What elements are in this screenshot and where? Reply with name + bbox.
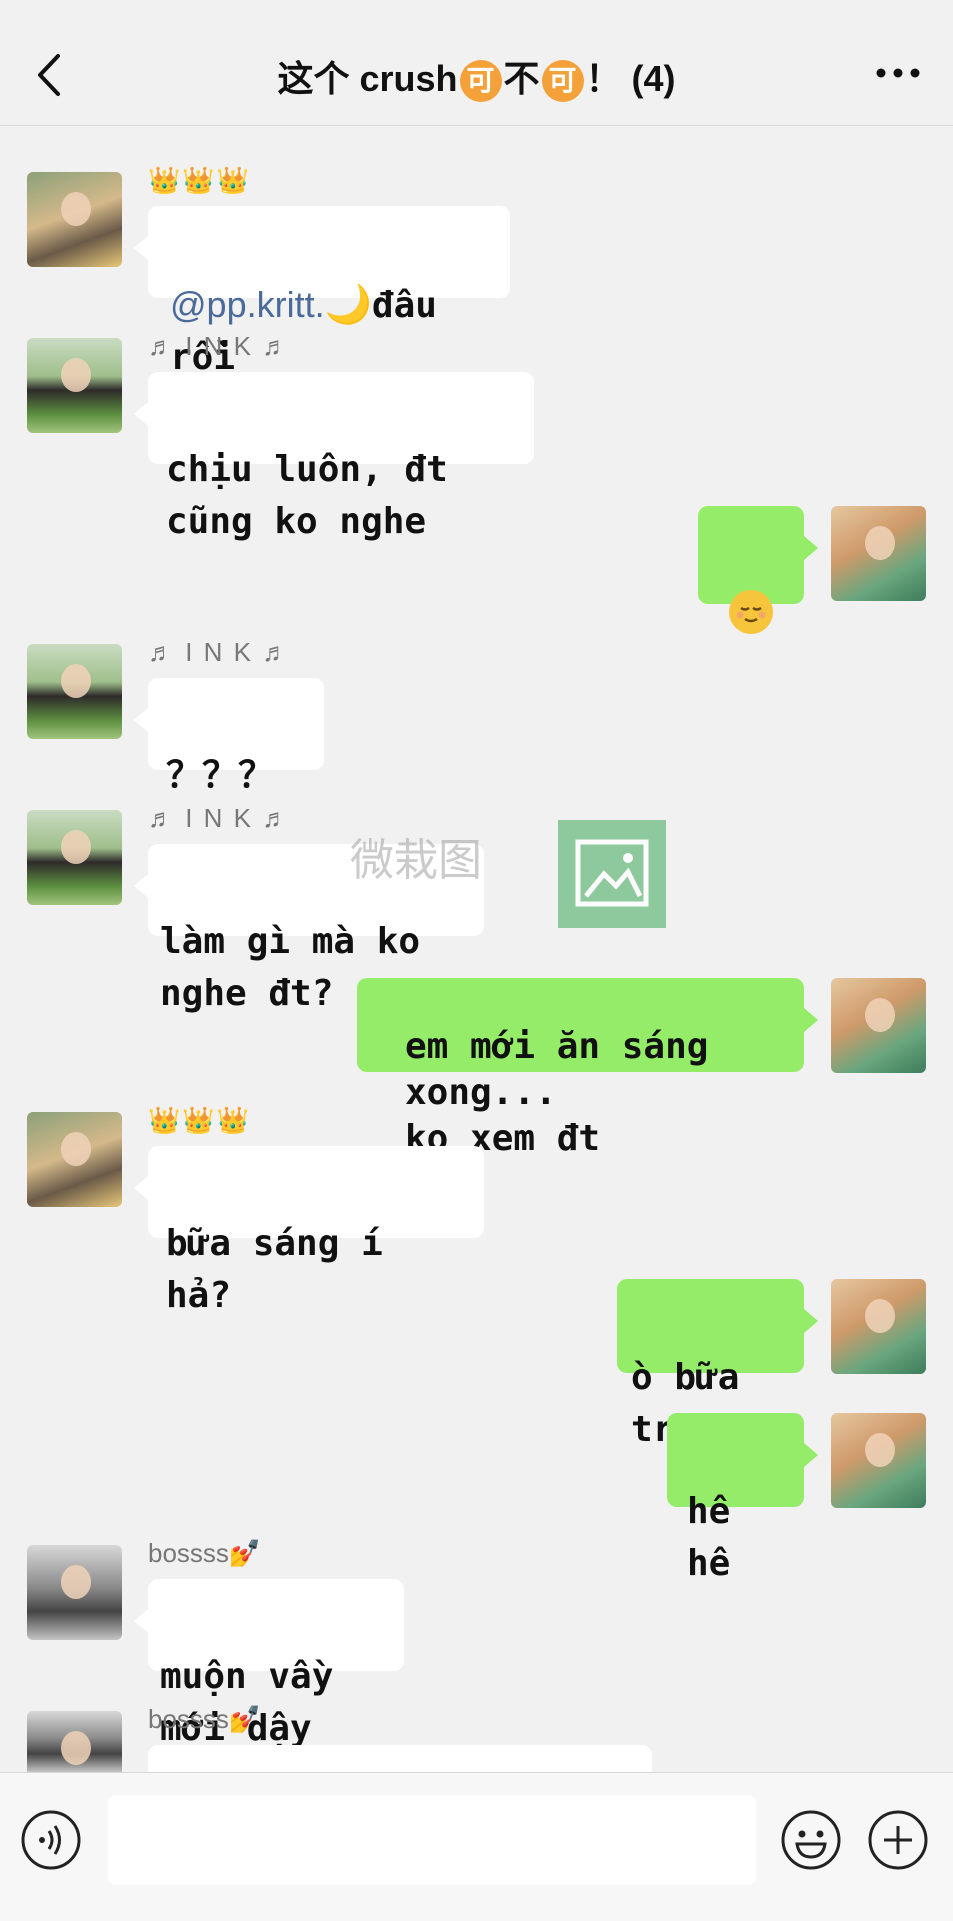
sender-name: bossss💅 [148,1704,262,1734]
more-actions-plus-icon[interactable] [867,1809,929,1871]
message-bubble[interactable]: ？？？ [134,678,324,796]
avatar-bossss[interactable] [27,1545,122,1640]
voice-input-icon[interactable] [20,1809,82,1871]
message-text: ？？？ [166,755,275,796]
avatar-bossss[interactable] [27,1711,122,1772]
chat-title-suffix: ！ (4) [585,58,676,99]
title-emoji-ke-2: 可 [541,60,584,103]
avatar-ink[interactable] [27,644,122,739]
message-text: chịu luôn, đt cũng ko nghe [166,449,448,542]
chat-header: 这个 crush 可不可！ (4) [0,0,953,126]
avatar-me[interactable] [831,978,926,1073]
message-text: muộn vầy mới dậy [160,1656,334,1749]
sender-name: 👑👑👑 [148,165,252,195]
avatar-ink[interactable] [27,810,122,905]
message-bubble[interactable]: chịu luôn, đt cũng ko nghe [134,372,534,542]
message-text: em mới ăn sáng xong... ko xem đt [405,1026,709,1159]
message-bubble[interactable]: ò bữa trưa [617,1279,818,1450]
sender-name: ♬ I N K ♬ [148,331,291,361]
chat-title-middle: 不 [503,58,540,99]
message-bubble[interactable]: @pp.kritt.🌙đâu rồi [134,206,510,378]
sender-name: ♬ I N K ♬ [148,803,291,833]
avatar-ink[interactable] [27,338,122,433]
mention-link[interactable]: @pp.kritt. [170,284,325,325]
sender-name: 👑👑👑 [148,1105,252,1135]
watermark-text: 微栽图 [350,835,482,886]
message-text: hê hê [687,1491,731,1584]
message-bubble[interactable]: muộn vầy mới dậy [134,1579,404,1749]
avatar-me[interactable] [831,506,926,601]
message-bubble[interactable] [698,506,818,634]
emoji-picker-icon[interactable] [780,1809,842,1871]
avatar-crown[interactable] [27,1112,122,1207]
more-options-icon[interactable] [873,58,923,88]
input-bar [0,1772,953,1921]
chat-title: 这个 crush 可不可！ (4) [0,50,953,103]
sender-name: bossss💅 [148,1538,262,1568]
message-text: bữa sáng í hả? [166,1223,383,1316]
watermark-image-icon [558,820,666,928]
sender-name: ♬ I N K ♬ [148,637,291,667]
avatar-me[interactable] [831,1279,926,1374]
title-emoji-ke-1: 可 [459,60,502,103]
message-input[interactable] [108,1795,756,1885]
message-bubble[interactable]: hê hê [667,1413,818,1584]
message-bubble[interactable]: bữa sáng í hả? [134,1146,484,1316]
moon-emoji: 🌙 [324,282,372,326]
avatar-me[interactable] [831,1413,926,1508]
message-bubble[interactable]: em mới ăn sáng xong... ko xem đt [357,978,818,1159]
avatar-crown[interactable] [27,172,122,267]
chat-title-prefix: 这个 crush [277,58,458,99]
relieved-face-icon [729,590,773,634]
message-bubble[interactable] [134,1745,652,1799]
